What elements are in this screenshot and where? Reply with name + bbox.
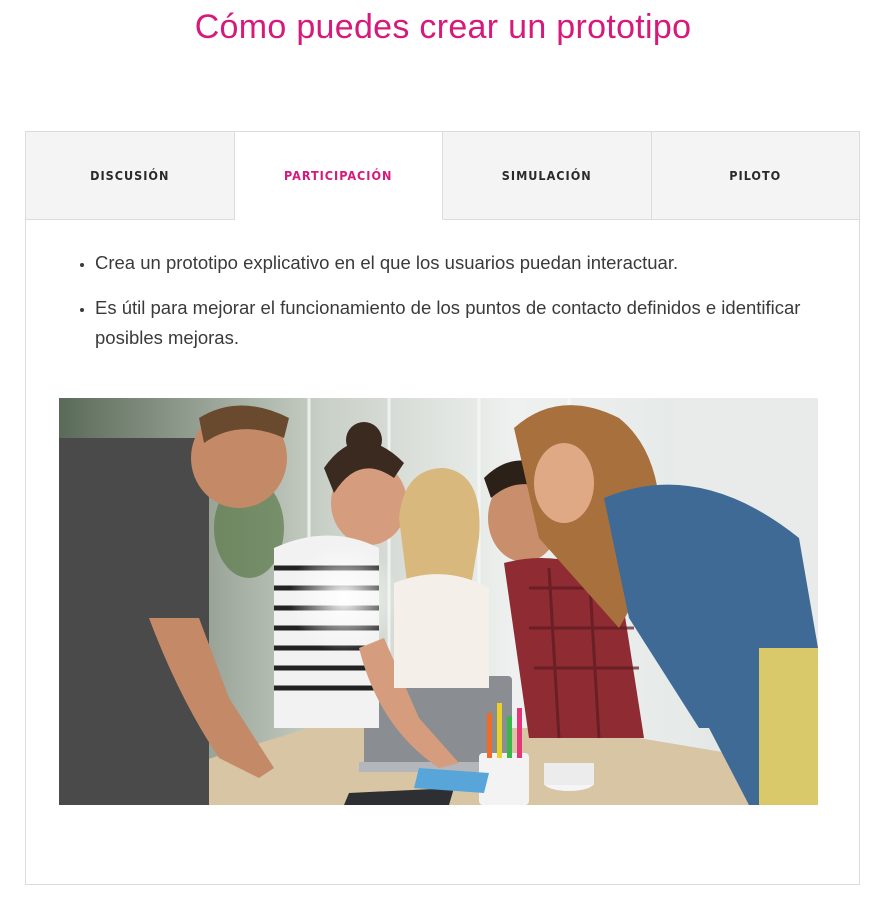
bullet-item: Crea un prototipo explicativo en el que … (95, 248, 826, 278)
tab-discusion[interactable]: DISCUSIÓN (26, 132, 235, 220)
bullet-item: Es útil para mejorar el funcionamiento d… (95, 293, 826, 353)
team-collaboration-photo (59, 398, 818, 805)
page-title: Cómo puedes crear un prototipo (194, 8, 692, 46)
tab-panel-participacion: Crea un prototipo explicativo en el que … (26, 220, 859, 353)
bullet-list: Crea un prototipo explicativo en el que … (74, 248, 826, 353)
tab-piloto[interactable]: PILOTO (651, 132, 859, 220)
tab-simulacion[interactable]: SIMULACIÓN (443, 132, 652, 220)
tab-participacion[interactable]: PARTICIPACIÓN (234, 132, 443, 220)
tab-bar: DISCUSIÓN PARTICIPACIÓN SIMULACIÓN PILOT… (26, 132, 859, 220)
tabs-card: DISCUSIÓN PARTICIPACIÓN SIMULACIÓN PILOT… (25, 131, 860, 885)
